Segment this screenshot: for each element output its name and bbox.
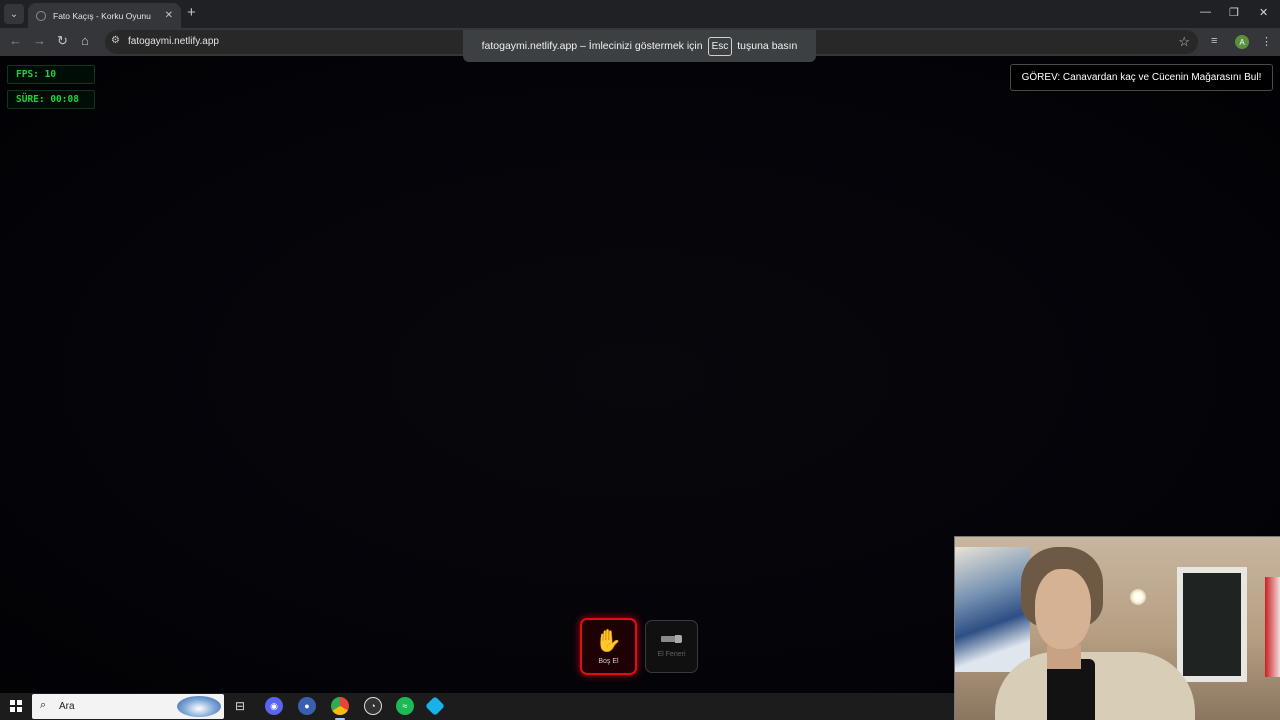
timer: SÜRE: 00:08 [7, 90, 95, 109]
fullscreen-notice-prefix: fatogaymi.netlify.app – İmlecinizi göste… [481, 40, 703, 52]
app-clock-icon[interactable]: ◔ [364, 697, 382, 715]
inventory-slot-label: Boş El [598, 658, 619, 665]
back-icon[interactable]: ← [9, 34, 22, 48]
inventory-slot-label: El Feneri [657, 651, 686, 658]
windows-start-icon[interactable] [10, 700, 22, 712]
flashlight-icon [660, 635, 683, 643]
close-window-button[interactable]: ✕ [1259, 6, 1268, 19]
hand-icon: ✋ [594, 628, 623, 653]
discord-icon[interactable]: ◉ [265, 697, 283, 715]
home-icon[interactable]: ⌂ [81, 34, 89, 48]
fullscreen-notice-suffix: tuşuna basın [737, 40, 798, 52]
url-text[interactable]: fatogaymi.netlify.app [128, 36, 219, 47]
profile-avatar[interactable]: A [1235, 35, 1249, 49]
media-control-icon[interactable]: ≡ [1211, 35, 1217, 47]
site-settings-icon[interactable]: ⚙ [111, 35, 120, 46]
person-hoodie [995, 652, 1195, 720]
inventory-slot-flashlight[interactable]: El Feneri [645, 620, 698, 673]
kodi-icon[interactable] [425, 696, 445, 716]
bookmark-star-icon[interactable]: ☆ [1178, 34, 1190, 50]
screen: ⌄ Fato Kaçış - Korku Oyunu ✕ + — ❐ ✕ ← →… [0, 0, 1280, 720]
forward-icon[interactable]: → [33, 34, 46, 48]
tab-title: Fato Kaçış - Korku Oyunu [53, 10, 151, 21]
esc-key: Esc [707, 36, 733, 56]
fullscreen-notice: fatogaymi.netlify.app – İmlecinizi göste… [463, 30, 816, 62]
reload-icon[interactable]: ↻ [57, 34, 68, 48]
restore-button[interactable]: ❐ [1229, 6, 1239, 19]
task-view-icon[interactable]: ⊟ [231, 697, 249, 715]
globe-icon [36, 10, 46, 21]
new-tab-button[interactable]: + [187, 5, 196, 20]
taskbar-search[interactable]: ⌕ Ara [32, 694, 224, 719]
mission-banner: GÖREV: Canavardan kaç ve Cücenin Mağaras… [1010, 64, 1273, 91]
inventory-slot-empty-hand[interactable]: ✋ Boş El [580, 618, 637, 675]
minimize-button[interactable]: — [1200, 6, 1211, 18]
chrome-icon[interactable] [331, 697, 349, 715]
webcam-overlay [954, 536, 1280, 720]
red-object [1265, 577, 1280, 677]
fps-counter: FPS: 10 [7, 65, 95, 84]
room-window [1177, 567, 1247, 682]
tab-search-button[interactable]: ⌄ [4, 4, 24, 24]
search-highlight-image [177, 696, 221, 717]
wall-poster [955, 547, 1030, 672]
spotify-icon[interactable]: ≈ [396, 697, 414, 715]
search-icon: ⌕ [40, 699, 47, 711]
search-placeholder: Ara [59, 701, 75, 712]
browser-tabstrip: ⌄ Fato Kaçış - Korku Oyunu ✕ + — ❐ ✕ [0, 0, 1280, 28]
tab-close-icon[interactable]: ✕ [165, 10, 173, 21]
person-face [1035, 569, 1091, 649]
menu-icon[interactable]: ⋮ [1261, 35, 1272, 48]
taskbar: ⌕ Ara ⊟ ◉ ● ◔ ≈ [0, 693, 954, 720]
browser-tab[interactable]: Fato Kaçış - Korku Oyunu ✕ [28, 3, 181, 28]
app-blue-icon[interactable]: ● [298, 697, 316, 715]
ceiling-light [1130, 589, 1146, 605]
